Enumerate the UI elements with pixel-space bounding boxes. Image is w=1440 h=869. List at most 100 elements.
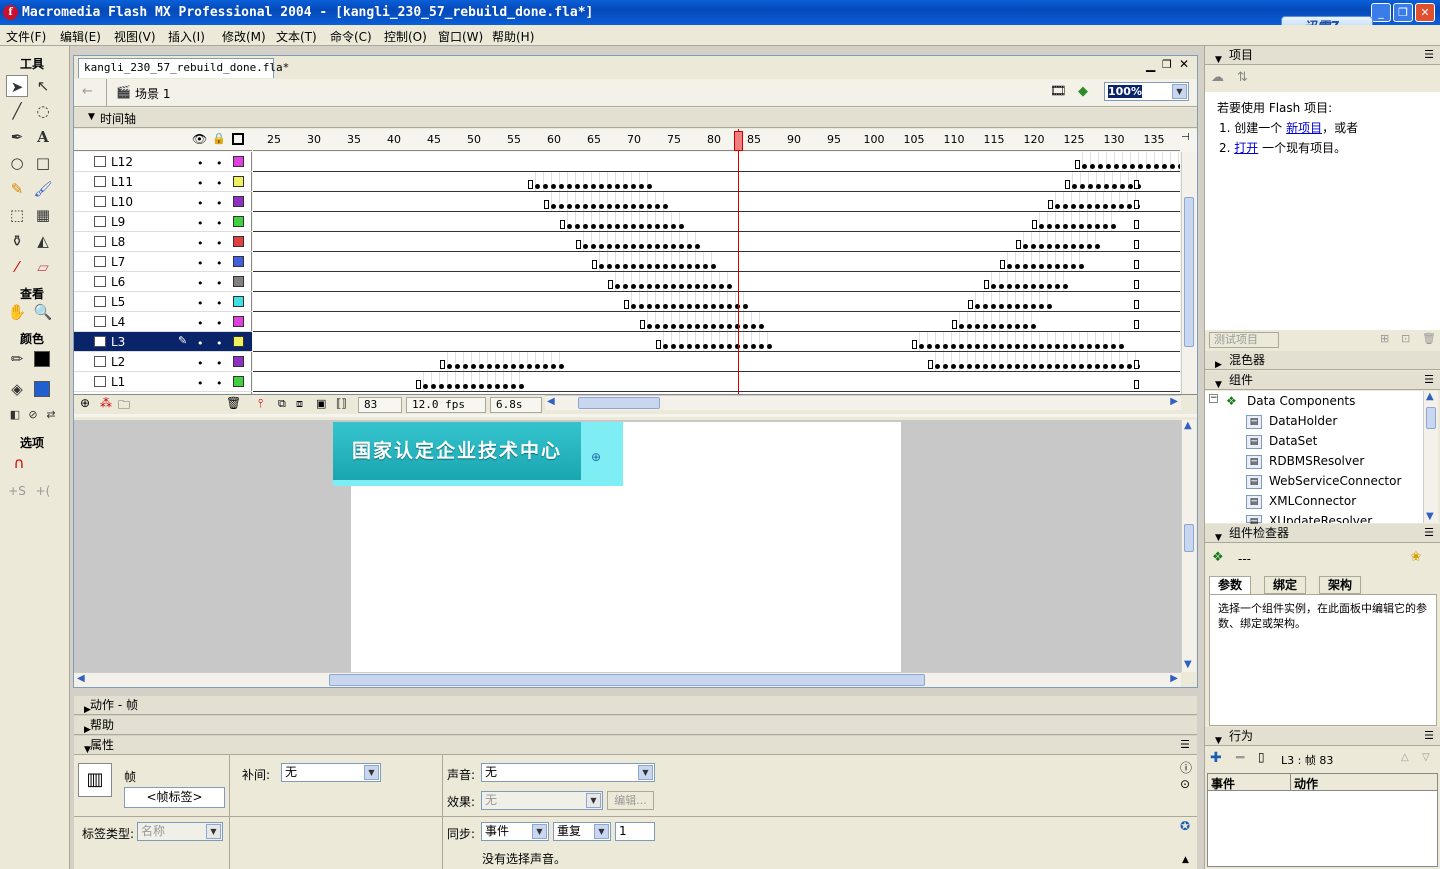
keyframe-dot[interactable]: [999, 364, 1004, 369]
visibility-dot[interactable]: •: [197, 337, 204, 350]
keyframe-dot[interactable]: [1111, 204, 1116, 209]
keyframe-dot[interactable]: [991, 324, 996, 329]
outline-color-swatch[interactable]: [233, 156, 244, 167]
keyframe-dot[interactable]: [463, 384, 468, 389]
keyframe-dot[interactable]: [1162, 164, 1167, 169]
keyframe-dot[interactable]: [1063, 204, 1068, 209]
keyframe-dot[interactable]: [583, 184, 588, 189]
sound-dropdown-icon[interactable]: ▼: [638, 765, 653, 780]
keyframe-marker[interactable]: [1032, 220, 1037, 229]
insert-folder-icon[interactable]: 🗀: [118, 396, 130, 417]
keyframe-marker[interactable]: [968, 300, 973, 309]
delete-layer-icon[interactable]: 🗑: [226, 396, 241, 410]
lock-dot[interactable]: •: [216, 177, 223, 190]
menu-control[interactable]: 控制(O): [384, 28, 427, 45]
project-panel-header[interactable]: ▼ 项目 ☰: [1205, 46, 1440, 65]
keyframe-dot[interactable]: [1031, 304, 1036, 309]
keyframe-dot[interactable]: [663, 344, 668, 349]
keyframe-dot[interactable]: [951, 344, 956, 349]
frame-row[interactable]: [253, 332, 1180, 352]
keyframe-dot[interactable]: [727, 344, 732, 349]
props-collapse-icon[interactable]: ▲: [1182, 855, 1189, 865]
keyframe-dot[interactable]: [599, 244, 604, 249]
keyframe-dot[interactable]: [503, 364, 508, 369]
keyframe-dot[interactable]: [1063, 284, 1068, 289]
keyframe-dot[interactable]: [671, 224, 676, 229]
flash-app-icon[interactable]: f: [3, 5, 18, 20]
scene-name[interactable]: 场景 1: [135, 85, 170, 102]
hand-tool-icon[interactable]: ✋: [6, 301, 28, 323]
text-tool-icon[interactable]: A: [32, 126, 54, 148]
outline-color-swatch[interactable]: [233, 276, 244, 287]
keyframe-dot[interactable]: [663, 324, 668, 329]
keyframe-dot[interactable]: [551, 204, 556, 209]
keyframe-dot[interactable]: [1103, 204, 1108, 209]
keyframe-dot[interactable]: [679, 244, 684, 249]
tween-select[interactable]: 无 ▼: [281, 763, 381, 782]
keyframe-dot[interactable]: [711, 284, 716, 289]
stage-hscroll-thumb[interactable]: [329, 674, 925, 686]
keyframe-dot[interactable]: [639, 304, 644, 309]
keyframe-dot[interactable]: [647, 304, 652, 309]
keyframe-dot[interactable]: [471, 384, 476, 389]
components-vscroll[interactable]: ▲ ▼: [1423, 391, 1438, 523]
keyframe-dot[interactable]: [1103, 364, 1108, 369]
keyframe-dot[interactable]: [655, 264, 660, 269]
tree-collapse-icon[interactable]: −: [1209, 394, 1218, 403]
frame-row[interactable]: [253, 212, 1180, 232]
keyframe-dot[interactable]: [1047, 264, 1052, 269]
timeline-hscroll-thumb[interactable]: [578, 397, 660, 409]
keyframe-dot[interactable]: [1122, 164, 1127, 169]
zoom-select[interactable]: 100% ▼: [1104, 82, 1189, 101]
keyframe-dot[interactable]: [495, 384, 500, 389]
inspector-star-icon[interactable]: ✬: [1410, 549, 1422, 565]
keyframe-dot[interactable]: [607, 264, 612, 269]
keyframe-dot[interactable]: [1015, 284, 1020, 289]
end-frame-marker[interactable]: [1134, 280, 1139, 289]
outline-color-swatch[interactable]: [233, 176, 244, 187]
keyframe-marker[interactable]: [1000, 260, 1005, 269]
outline-color-swatch[interactable]: [233, 196, 244, 207]
onion-outline-icon[interactable]: ⧈: [296, 397, 303, 411]
doc-minimize-icon[interactable]: ▁: [1146, 58, 1155, 72]
remove-behavior-icon[interactable]: ━: [1236, 750, 1244, 766]
keyframe-dot[interactable]: [511, 384, 516, 389]
keyframe-marker[interactable]: [576, 240, 581, 249]
keyframe-dot[interactable]: [631, 244, 636, 249]
keyframe-dot[interactable]: [1087, 364, 1092, 369]
document-tab[interactable]: kangli_230_57_rebuild_done.fla*: [78, 58, 289, 78]
keyframe-dot[interactable]: [959, 364, 964, 369]
keyframe-dot[interactable]: [583, 224, 588, 229]
keyframe-dot[interactable]: [1095, 364, 1100, 369]
keyframe-dot[interactable]: [599, 204, 604, 209]
keyframe-dot[interactable]: [1055, 204, 1060, 209]
keyframe-dot[interactable]: [1087, 244, 1092, 249]
keyframe-dot[interactable]: [1055, 244, 1060, 249]
keyframe-dot[interactable]: [567, 184, 572, 189]
keyframe-dot[interactable]: [671, 284, 676, 289]
keyframe-dot[interactable]: [647, 284, 652, 289]
color-mixer-header[interactable]: ▶ 混色器: [1205, 351, 1440, 370]
frame-row[interactable]: [253, 312, 1180, 332]
keyframe-dot[interactable]: [751, 324, 756, 329]
keyframe-dot[interactable]: [559, 184, 564, 189]
onion-skin-icon[interactable]: ⧉: [278, 397, 286, 411]
keyframe-dot[interactable]: [1039, 344, 1044, 349]
visibility-dot[interactable]: •: [197, 297, 204, 310]
keyframe-dot[interactable]: [1023, 264, 1028, 269]
panel-options-icon[interactable]: ☰: [1424, 524, 1434, 542]
keyframe-dot[interactable]: [1071, 244, 1076, 249]
keyframe-dot[interactable]: [1119, 364, 1124, 369]
keyframe-dot[interactable]: [503, 384, 508, 389]
keyframe-dot[interactable]: [1071, 264, 1076, 269]
frame-row[interactable]: [253, 152, 1180, 172]
keyframe-dot[interactable]: [527, 364, 532, 369]
keyframe-dot[interactable]: [623, 284, 628, 289]
snap-magnet-icon[interactable]: ∩: [8, 452, 30, 474]
keyframe-dot[interactable]: [1088, 184, 1093, 189]
keyframe-dot[interactable]: [703, 344, 708, 349]
sync-select[interactable]: 事件 ▼: [481, 822, 549, 841]
keyframe-dot[interactable]: [575, 204, 580, 209]
panel-options-icon[interactable]: ☰: [1424, 371, 1434, 389]
keyframe-dot[interactable]: [631, 304, 636, 309]
